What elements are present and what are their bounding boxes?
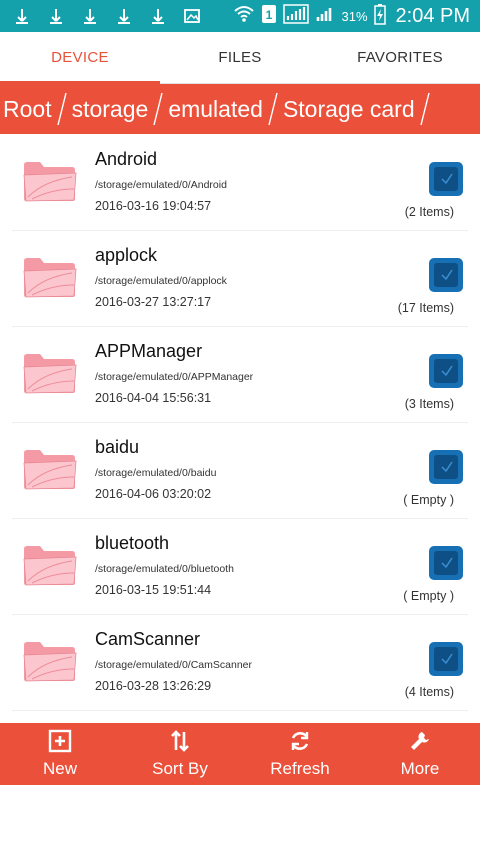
file-name: APPManager [95,341,203,361]
item-count: (4 Items) [404,685,454,699]
image-icon [182,6,202,26]
breadcrumb-separator-icon [56,92,67,126]
tab-favorites[interactable]: FAVORITES [320,32,480,83]
clock: 2:04 PM [395,4,470,27]
tab-device[interactable]: DEVICE [0,32,160,84]
file-path: /storage/emulated/0/Android [95,179,227,191]
usb-icon [80,6,100,26]
svg-text:1: 1 [266,8,273,22]
battery-percent: 31% [341,8,368,24]
file-path: /storage/emulated/0/CamScanner [95,659,253,671]
breadcrumb-separator-icon [419,92,430,126]
checkbox-icon[interactable] [428,353,464,389]
list-item[interactable]: bluetooth /storage/emulated/0/bluetooth … [12,519,468,615]
checkbox-icon[interactable] [428,545,464,581]
signal-icon [315,4,335,29]
usb-icon [12,6,32,26]
file-name: CamScanner [95,629,201,649]
refresh-button[interactable]: Refresh [240,723,360,785]
breadcrumb-separator-icon [268,92,278,126]
item-count: (2 Items) [404,205,454,219]
checkbox-icon[interactable] [428,161,464,197]
breadcrumb-separator-icon [153,92,163,126]
folder-icon [23,354,77,394]
folder-icon [23,546,77,586]
usb-icon [114,6,134,26]
breadcrumb-storage[interactable]: storage [69,96,152,123]
checkbox-icon[interactable] [428,257,464,293]
sort-by-button[interactable]: Sort By [120,723,240,785]
file-date: 2016-03-27 13:27:17 [95,295,212,309]
usb-icon [46,6,66,26]
wrench-icon [411,732,429,750]
sim1-icon: 1 [261,4,277,29]
file-name: baidu [95,437,140,457]
breadcrumb: Root storage emulated Storage card [0,84,480,134]
file-path: /storage/emulated/0/baidu [95,467,217,479]
signal-icon [283,3,310,29]
battery-charging-icon [373,3,386,30]
tab-files[interactable]: FILES [160,32,320,83]
item-count: ( Empty ) [403,589,454,603]
file-name: applock [95,245,158,265]
checkbox-icon[interactable] [428,449,464,485]
file-path: /storage/emulated/0/APPManager [95,371,254,383]
list-item[interactable]: APPManager /storage/emulated/0/APPManage… [12,327,468,423]
folder-icon [23,162,77,202]
checkbox-icon[interactable] [428,641,464,677]
list-item[interactable]: CamScanner /storage/emulated/0/CamScanne… [12,615,468,711]
refresh-icon [291,732,309,750]
sort-by-label: Sort By [152,759,208,778]
sort-icon [171,730,189,752]
status-bar: 1 31% 2:04 PM [0,0,480,32]
breadcrumb-storage-card[interactable]: Storage card [280,96,418,123]
file-date: 2016-04-06 03:20:02 [95,487,212,501]
more-label: More [400,759,440,778]
file-date: 2016-03-28 13:26:29 [95,679,212,693]
new-label: New [42,759,77,778]
folder-icon [23,258,77,298]
file-path: /storage/emulated/0/applock [95,275,227,287]
item-count: (3 Items) [404,397,454,411]
bottom-toolbar: New Sort By Refresh More [0,723,480,785]
file-name: bluetooth [95,533,170,553]
refresh-label: Refresh [270,759,330,778]
breadcrumb-root[interactable]: Root [0,96,55,123]
breadcrumb-emulated[interactable]: emulated [165,96,266,123]
add-box-icon [48,729,72,753]
new-button[interactable]: New [0,723,120,785]
item-count: (17 Items) [397,301,454,315]
tab-bar: DEVICE FILES FAVORITES [0,32,480,84]
item-count: ( Empty ) [403,493,454,507]
file-date: 2016-03-16 19:04:57 [95,199,212,213]
notification-icons [12,6,202,26]
list-item[interactable]: baidu /storage/emulated/0/baidu 2016-04-… [12,423,468,519]
file-date: 2016-03-15 19:51:44 [95,583,212,597]
folder-icon [23,642,77,682]
folder-icon [23,450,77,490]
usb-icon [148,6,168,26]
list-item[interactable]: Android /storage/emulated/0/Android 2016… [12,135,468,231]
file-list: Android /storage/emulated/0/Android 2016… [12,135,468,723]
more-button[interactable]: More [360,723,480,785]
file-name: Android [95,149,158,169]
file-date: 2016-04-04 15:56:31 [95,391,212,405]
wifi-icon [233,4,255,29]
file-path: /storage/emulated/0/bluetooth [95,563,234,575]
list-item[interactable]: applock /storage/emulated/0/applock 2016… [12,231,468,327]
